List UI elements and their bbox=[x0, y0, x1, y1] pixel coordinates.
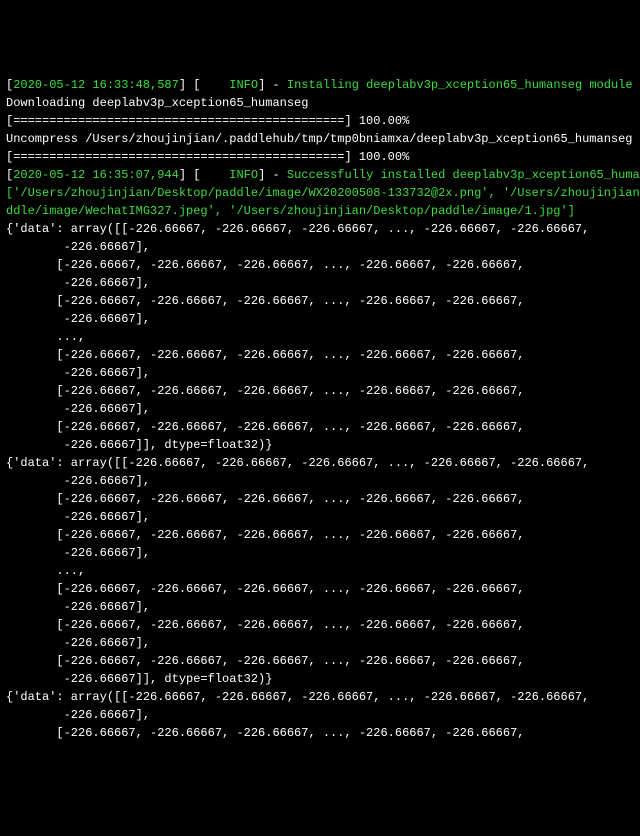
text-segment: -226.66667]], dtype=float32)} bbox=[6, 438, 272, 452]
text-segment: [-226.66667, -226.66667, -226.66667, ...… bbox=[6, 528, 524, 542]
text-segment: Downloading deeplabv3p_xception65_humans… bbox=[6, 96, 308, 110]
terminal-line: -226.66667], bbox=[6, 472, 634, 490]
terminal-line: [-226.66667, -226.66667, -226.66667, ...… bbox=[6, 292, 634, 310]
terminal-line: [2020-05-12 16:35:07,944] [ INFO] - Succ… bbox=[6, 166, 634, 184]
terminal-line: -226.66667], bbox=[6, 634, 634, 652]
terminal-line: [-226.66667, -226.66667, -226.66667, ...… bbox=[6, 382, 634, 400]
text-segment: 2020-05-12 16:35:07,944 bbox=[13, 168, 179, 182]
terminal-line: [-226.66667, -226.66667, -226.66667, ...… bbox=[6, 256, 634, 274]
text-segment: Uncompress /Users/zhoujinjian/.paddlehub… bbox=[6, 132, 633, 146]
text-segment: -226.66667], bbox=[6, 366, 150, 380]
terminal-line: [=======================================… bbox=[6, 112, 634, 130]
text-segment: {'data': array([[-226.66667, -226.66667,… bbox=[6, 456, 589, 470]
text-segment: -226.66667], bbox=[6, 240, 150, 254]
text-segment: {'data': array([[-226.66667, -226.66667,… bbox=[6, 690, 589, 704]
text-segment: ] [ bbox=[179, 168, 229, 182]
terminal-line: Uncompress /Users/zhoujinjian/.paddlehub… bbox=[6, 130, 634, 148]
terminal-line: [-226.66667, -226.66667, -226.66667, ...… bbox=[6, 652, 634, 670]
text-segment: [=======================================… bbox=[6, 150, 409, 164]
text-segment: [-226.66667, -226.66667, -226.66667, ...… bbox=[6, 582, 524, 596]
terminal-line: [=======================================… bbox=[6, 148, 634, 166]
text-segment: ..., bbox=[6, 564, 85, 578]
text-segment: [-226.66667, -226.66667, -226.66667, ...… bbox=[6, 294, 524, 308]
terminal-line: -226.66667], bbox=[6, 400, 634, 418]
text-segment: [-226.66667, -226.66667, -226.66667, ...… bbox=[6, 420, 524, 434]
text-segment: ] - bbox=[258, 168, 287, 182]
text-segment: [-226.66667, -226.66667, -226.66667, ...… bbox=[6, 258, 524, 272]
text-segment: [-226.66667, -226.66667, -226.66667, ...… bbox=[6, 726, 524, 740]
text-segment: INFO bbox=[229, 78, 258, 92]
terminal-line: Downloading deeplabv3p_xception65_humans… bbox=[6, 94, 634, 112]
text-segment: {'data': array([[-226.66667, -226.66667,… bbox=[6, 222, 589, 236]
text-segment: [-226.66667, -226.66667, -226.66667, ...… bbox=[6, 384, 524, 398]
terminal-line: -226.66667], bbox=[6, 364, 634, 382]
terminal-line: -226.66667], bbox=[6, 274, 634, 292]
text-segment: -226.66667], bbox=[6, 600, 150, 614]
terminal-line: -226.66667], bbox=[6, 508, 634, 526]
terminal-line: {'data': array([[-226.66667, -226.66667,… bbox=[6, 688, 634, 706]
terminal-line: [-226.66667, -226.66667, -226.66667, ...… bbox=[6, 724, 634, 742]
text-segment: [-226.66667, -226.66667, -226.66667, ...… bbox=[6, 618, 524, 632]
text-segment: [=======================================… bbox=[6, 114, 409, 128]
terminal-line: {'data': array([[-226.66667, -226.66667,… bbox=[6, 220, 634, 238]
terminal-line: [-226.66667, -226.66667, -226.66667, ...… bbox=[6, 418, 634, 436]
text-segment: Successfully installed deeplabv3p_xcepti… bbox=[287, 168, 640, 182]
terminal-line: -226.66667], bbox=[6, 544, 634, 562]
terminal-line: ['/Users/zhoujinjian/Desktop/paddle/imag… bbox=[6, 184, 634, 202]
terminal-line: -226.66667]], dtype=float32)} bbox=[6, 436, 634, 454]
text-segment: -226.66667], bbox=[6, 402, 150, 416]
terminal-line: ..., bbox=[6, 328, 634, 346]
text-segment: [-226.66667, -226.66667, -226.66667, ...… bbox=[6, 654, 524, 668]
text-segment: -226.66667], bbox=[6, 546, 150, 560]
terminal-line: [-226.66667, -226.66667, -226.66667, ...… bbox=[6, 490, 634, 508]
text-segment: -226.66667], bbox=[6, 474, 150, 488]
terminal-line: [-226.66667, -226.66667, -226.66667, ...… bbox=[6, 580, 634, 598]
text-segment: 2020-05-12 16:33:48,587 bbox=[13, 78, 179, 92]
terminal-line: ddle/image/WechatIMG327.jpeg', '/Users/z… bbox=[6, 202, 634, 220]
text-segment: -226.66667], bbox=[6, 708, 150, 722]
terminal-line: -226.66667], bbox=[6, 598, 634, 616]
text-segment: ] - bbox=[258, 78, 287, 92]
text-segment: -226.66667], bbox=[6, 312, 150, 326]
terminal-line: -226.66667], bbox=[6, 310, 634, 328]
text-segment: ddle/image/WechatIMG327.jpeg', '/Users/z… bbox=[6, 204, 575, 218]
terminal-line: -226.66667], bbox=[6, 706, 634, 724]
text-segment: ] [ bbox=[179, 78, 229, 92]
terminal-line: {'data': array([[-226.66667, -226.66667,… bbox=[6, 454, 634, 472]
text-segment: -226.66667]], dtype=float32)} bbox=[6, 672, 272, 686]
terminal-output: [2020-05-12 16:33:48,587] [ INFO] - Inst… bbox=[6, 76, 634, 742]
text-segment: [-226.66667, -226.66667, -226.66667, ...… bbox=[6, 348, 524, 362]
terminal-line: [2020-05-12 16:33:48,587] [ INFO] - Inst… bbox=[6, 76, 634, 94]
terminal-line: -226.66667], bbox=[6, 238, 634, 256]
text-segment: Installing deeplabv3p_xception65_humanse… bbox=[287, 78, 633, 92]
terminal-line: [-226.66667, -226.66667, -226.66667, ...… bbox=[6, 526, 634, 544]
text-segment: ..., bbox=[6, 330, 85, 344]
text-segment: ['/Users/zhoujinjian/Desktop/paddle/imag… bbox=[6, 186, 640, 200]
text-segment: -226.66667], bbox=[6, 510, 150, 524]
text-segment: -226.66667], bbox=[6, 276, 150, 290]
text-segment: -226.66667], bbox=[6, 636, 150, 650]
terminal-line: [-226.66667, -226.66667, -226.66667, ...… bbox=[6, 616, 634, 634]
terminal-line: -226.66667]], dtype=float32)} bbox=[6, 670, 634, 688]
terminal-line: [-226.66667, -226.66667, -226.66667, ...… bbox=[6, 346, 634, 364]
terminal-line: ..., bbox=[6, 562, 634, 580]
text-segment: INFO bbox=[229, 168, 258, 182]
text-segment: [-226.66667, -226.66667, -226.66667, ...… bbox=[6, 492, 524, 506]
